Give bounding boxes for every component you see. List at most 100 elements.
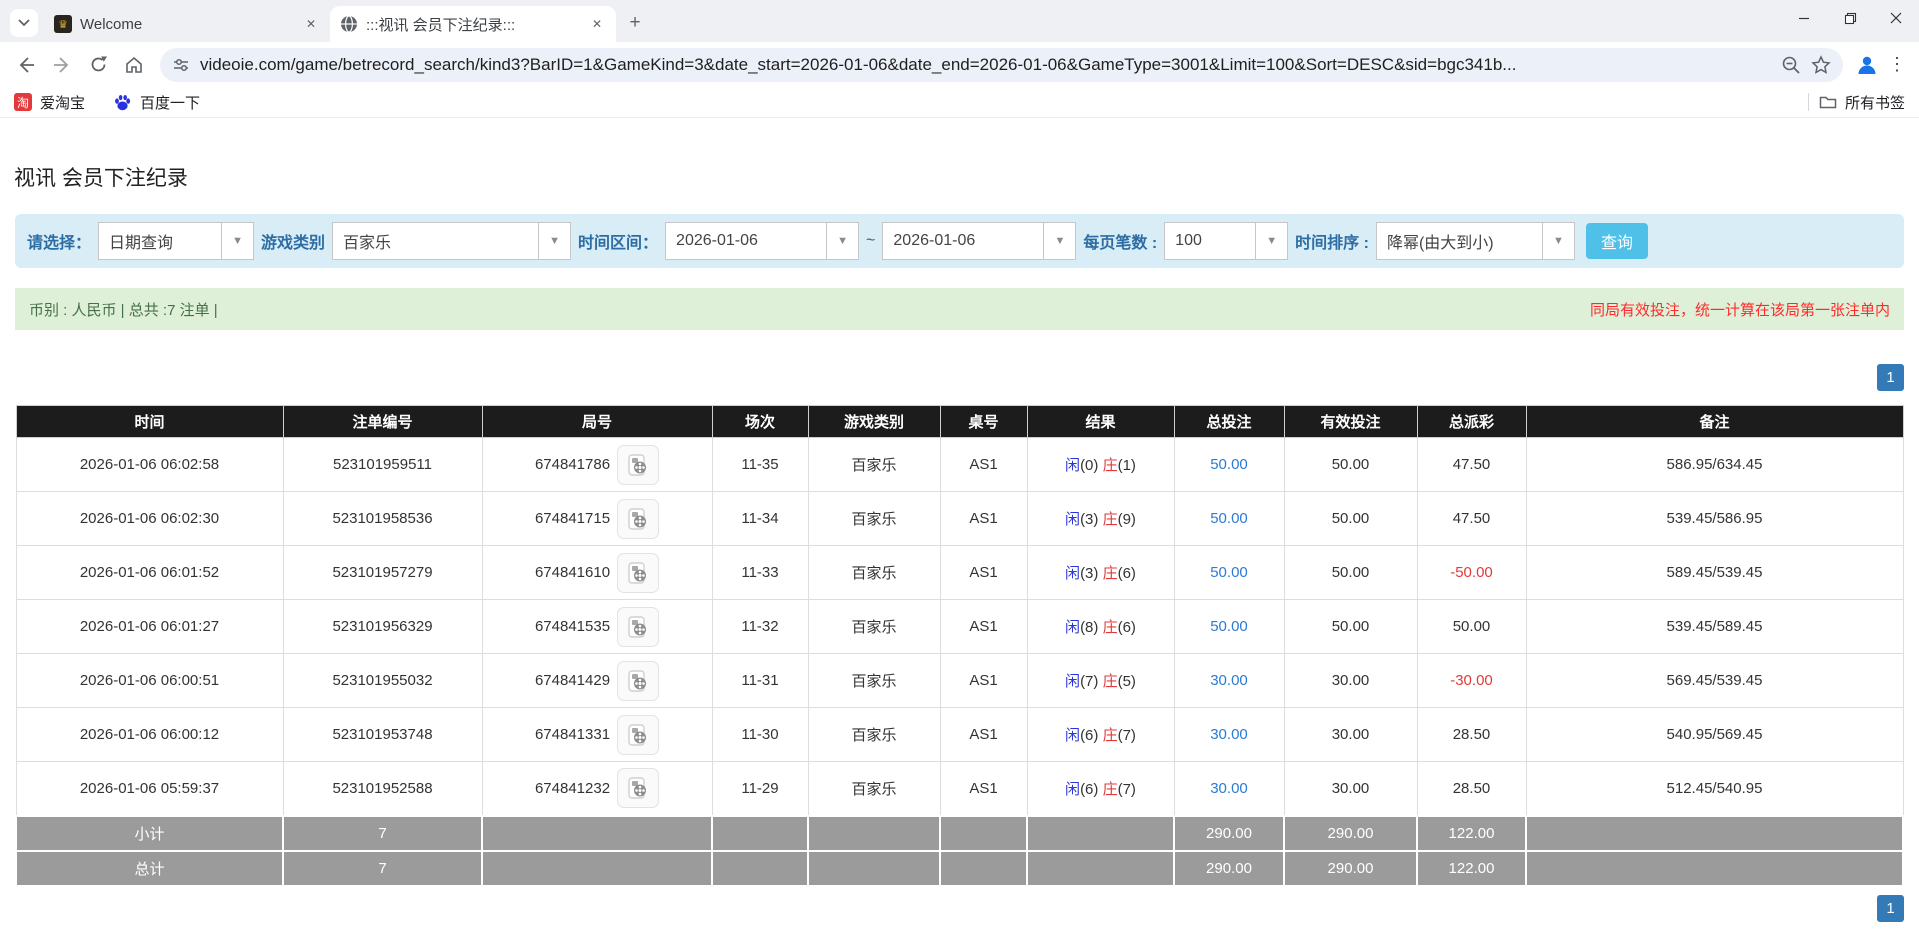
- currency-summary: 币别 : 人民币 | 总共 :7 注单 |: [29, 299, 218, 320]
- taobao-icon: 淘: [14, 93, 32, 111]
- cell-payout: 50.00: [1417, 600, 1526, 654]
- restore-icon: [1844, 12, 1857, 25]
- divider: [1808, 93, 1809, 111]
- new-tab-button[interactable]: +: [622, 10, 648, 36]
- sort-value: 降幂(由大到小): [1377, 223, 1542, 259]
- date-separator: ~: [866, 232, 875, 250]
- cell-note: 569.45/539.45: [1526, 654, 1903, 708]
- cell-total-bet: 50.00: [1174, 492, 1284, 546]
- minimize-button[interactable]: [1781, 0, 1827, 36]
- tab-close-icon[interactable]: ✕: [302, 15, 320, 33]
- browser-menu-button[interactable]: ⋮: [1885, 54, 1909, 75]
- column-header: 游戏类别: [808, 406, 940, 438]
- film-icon: [626, 454, 650, 476]
- cell-time: 2026-01-06 06:00:51: [16, 654, 283, 708]
- cell-round: 674841232: [482, 762, 712, 816]
- table-row: 2026-01-06 06:01:52 523101957279 6748416…: [16, 546, 1903, 600]
- bookmark-baidu[interactable]: 百度一下: [113, 92, 200, 113]
- cell-bet-id: 523101955032: [283, 654, 482, 708]
- total-bet-link[interactable]: 30.00: [1210, 672, 1248, 689]
- total-bet-link[interactable]: 50.00: [1210, 456, 1248, 473]
- cell-time: 2026-01-06 06:02:58: [16, 438, 283, 492]
- total-bet-link[interactable]: 30.00: [1210, 726, 1248, 743]
- date-start-input[interactable]: 2026-01-06 ▼: [665, 222, 859, 260]
- payout-value: 50.00: [1453, 618, 1491, 635]
- query-type-select[interactable]: 日期查询 ▼: [98, 222, 254, 260]
- all-bookmarks-button[interactable]: 所有书签: [1819, 92, 1905, 113]
- bookmark-aitaobao[interactable]: 淘 爱淘宝: [14, 92, 85, 113]
- dropdown-arrow-icon[interactable]: ▼: [538, 223, 570, 259]
- page-1-button[interactable]: 1: [1877, 895, 1904, 922]
- total-bet-link[interactable]: 30.00: [1210, 780, 1248, 797]
- tab-betrecord[interactable]: :::视讯 会员下注纪录::: ✕: [330, 6, 616, 42]
- dropdown-arrow-icon[interactable]: ▼: [1542, 223, 1574, 259]
- search-button[interactable]: 查询: [1586, 223, 1648, 259]
- payout-value: 47.50: [1453, 456, 1491, 473]
- query-type-value: 日期查询: [99, 223, 221, 259]
- cell-valid-bet: 50.00: [1284, 438, 1417, 492]
- restore-button[interactable]: [1827, 0, 1873, 36]
- video-replay-button[interactable]: [617, 661, 659, 701]
- back-button[interactable]: [10, 49, 42, 81]
- cell-bet-id: 523101959511: [283, 438, 482, 492]
- cell-bet-id: 523101957279: [283, 546, 482, 600]
- cell-time: 2026-01-06 06:00:12: [16, 708, 283, 762]
- table-row: 2026-01-06 06:02:30 523101958536 6748417…: [16, 492, 1903, 546]
- reload-button[interactable]: [82, 49, 114, 81]
- player-result: 闲: [1065, 511, 1080, 528]
- video-replay-button[interactable]: [617, 553, 659, 593]
- forward-icon: [52, 55, 72, 75]
- bookmark-star-icon[interactable]: [1811, 55, 1831, 75]
- per-page-select[interactable]: 100 ▼: [1164, 222, 1288, 260]
- payout-value: -30.00: [1450, 672, 1493, 689]
- tab-strip: ♛ Welcome ✕ :::视讯 会员下注纪录::: ✕ +: [0, 0, 1919, 42]
- page-1-button[interactable]: 1: [1877, 364, 1904, 391]
- sort-select[interactable]: 降幂(由大到小) ▼: [1376, 222, 1575, 260]
- total-bet-link[interactable]: 50.00: [1210, 510, 1248, 527]
- player-result: 闲: [1065, 781, 1080, 798]
- tab-search-button[interactable]: [10, 9, 38, 37]
- cell-total-bet: 30.00: [1174, 654, 1284, 708]
- tab-welcome[interactable]: ♛ Welcome ✕: [44, 6, 330, 42]
- summary-label: 总计: [16, 851, 283, 886]
- home-button[interactable]: [118, 49, 150, 81]
- dropdown-arrow-icon[interactable]: ▼: [826, 223, 858, 259]
- cell-session: 11-32: [712, 600, 808, 654]
- cell-time: 2026-01-06 06:01:52: [16, 546, 283, 600]
- dropdown-arrow-icon[interactable]: ▼: [1255, 223, 1287, 259]
- video-replay-button[interactable]: [617, 607, 659, 647]
- cell-note: 589.45/539.45: [1526, 546, 1903, 600]
- close-button[interactable]: [1873, 0, 1919, 36]
- dropdown-arrow-icon[interactable]: ▼: [221, 223, 253, 259]
- video-replay-button[interactable]: [617, 715, 659, 755]
- url-bar[interactable]: videoie.com/game/betrecord_search/kind3?…: [160, 48, 1843, 82]
- summary-total-bet: 290.00: [1174, 816, 1284, 851]
- total-bet-link[interactable]: 50.00: [1210, 618, 1248, 635]
- table-row: 2026-01-06 06:02:58 523101959511 6748417…: [16, 438, 1903, 492]
- video-replay-button[interactable]: [617, 768, 659, 808]
- profile-avatar[interactable]: [1853, 51, 1881, 79]
- dropdown-arrow-icon[interactable]: ▼: [1043, 223, 1075, 259]
- total-bet-link[interactable]: 50.00: [1210, 564, 1248, 581]
- film-icon: [626, 562, 650, 584]
- date-start-value: 2026-01-06: [666, 223, 826, 259]
- video-replay-button[interactable]: [617, 445, 659, 485]
- cell-round: 674841715: [482, 492, 712, 546]
- round-number: 674841610: [535, 564, 610, 581]
- cell-note: 512.45/540.95: [1526, 762, 1903, 816]
- zoom-out-icon[interactable]: [1781, 55, 1801, 75]
- game-kind-select[interactable]: 百家乐 ▼: [332, 222, 571, 260]
- cell-table: AS1: [940, 654, 1027, 708]
- forward-button[interactable]: [46, 49, 78, 81]
- per-page-value: 100: [1165, 223, 1255, 259]
- video-replay-button[interactable]: [617, 499, 659, 539]
- filter-bar: 请选择： 日期查询 ▼ 游戏类别 百家乐 ▼ 时间区间： 2026-01-06 …: [15, 214, 1904, 268]
- cell-result: 闲(0) 庄(1): [1027, 438, 1174, 492]
- cell-session: 11-30: [712, 708, 808, 762]
- minimize-icon: [1798, 12, 1810, 24]
- date-end-input[interactable]: 2026-01-06 ▼: [882, 222, 1076, 260]
- cell-table: AS1: [940, 600, 1027, 654]
- tab-close-icon[interactable]: ✕: [588, 15, 606, 33]
- table-footer: 小计 7 290.00 290.00 122.00 总计 7 290.00 29…: [16, 816, 1903, 886]
- bookmark-label: 百度一下: [140, 92, 200, 113]
